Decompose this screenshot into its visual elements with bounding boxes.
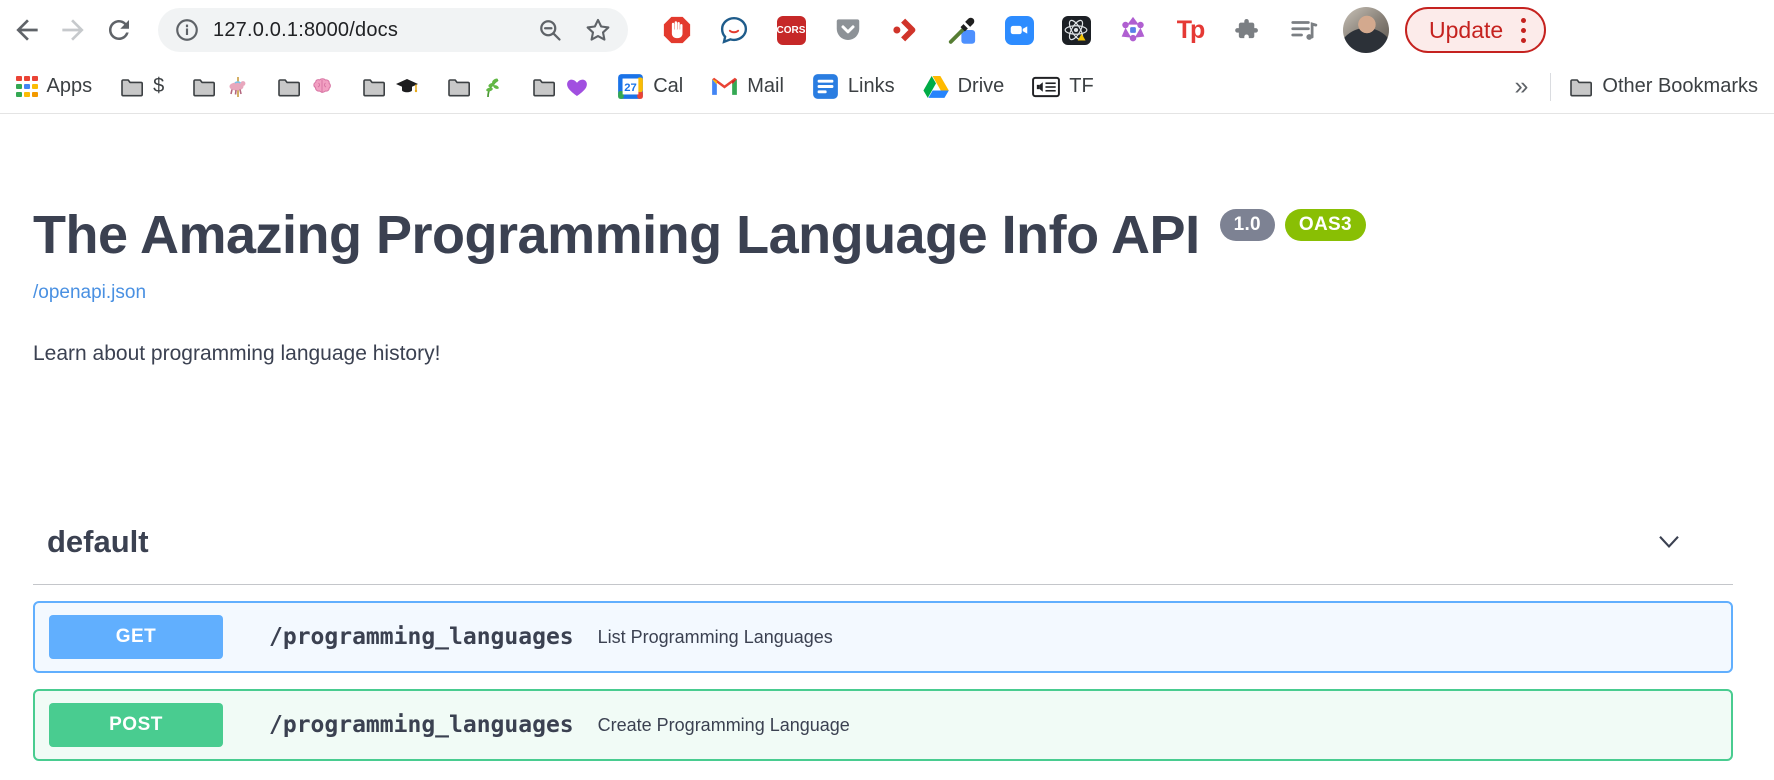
folder-icon [532, 77, 556, 97]
collapse-chevron-icon[interactable] [1653, 527, 1685, 557]
folder-icon [192, 77, 216, 97]
purple-heart-icon [565, 75, 589, 99]
browser-toolbar: 127.0.0.1:8000/docs CORS [0, 0, 1774, 60]
bookmark-folder-carousel[interactable] [192, 75, 249, 99]
brain-icon [310, 75, 334, 99]
browser-menu-kebab-icon[interactable] [1521, 15, 1526, 45]
recycle-extension-icon[interactable] [1118, 15, 1148, 45]
bookmark-dollar-label: $ [153, 75, 164, 98]
bookmark-apps-label: Apps [47, 75, 93, 98]
bookmark-links-label: Links [848, 75, 895, 98]
bookmark-apps[interactable]: Apps [16, 75, 92, 98]
extensions-puzzle-icon[interactable] [1232, 15, 1262, 45]
endpoint-path-post: /programming_languages [269, 712, 574, 738]
gmail-icon [711, 76, 738, 97]
colorzilla-extension-icon[interactable] [947, 15, 977, 45]
endpoint-post-programming-languages[interactable]: POST /programming_languages Create Progr… [33, 689, 1733, 761]
cors-label: CORS [777, 16, 806, 45]
swagger-page: The Amazing Programming Language Info AP… [0, 204, 1774, 761]
folder-icon [277, 77, 301, 97]
bookmark-folder-purple-heart[interactable] [532, 75, 589, 99]
back-arrow-icon [11, 14, 43, 46]
endpoint-summary-get: List Programming Languages [598, 627, 833, 648]
red-arrow-extension-icon[interactable] [890, 15, 920, 45]
endpoint-get-programming-languages[interactable]: GET /programming_languages List Programm… [33, 601, 1733, 673]
svg-text:27: 27 [624, 82, 637, 94]
bookmarks-bar: Apps $ 27 Cal Mail Links Drive [0, 60, 1774, 114]
forward-button[interactable] [50, 7, 96, 53]
carousel-horse-icon [225, 75, 249, 99]
bookmark-folder-herb[interactable] [447, 75, 504, 99]
reload-icon [104, 15, 134, 45]
site-info-icon[interactable] [174, 17, 200, 43]
react-devtools-extension-icon[interactable] [1061, 15, 1091, 45]
api-title-text: The Amazing Programming Language Info AP… [33, 204, 1200, 266]
api-title: The Amazing Programming Language Info AP… [33, 204, 1733, 266]
pocket-extension-icon[interactable] [833, 15, 863, 45]
google-calendar-icon: 27 [617, 73, 644, 100]
bookmarks-overflow-chevron[interactable]: » [1510, 72, 1532, 101]
back-button[interactable] [4, 7, 50, 53]
version-badge: 1.0 [1220, 209, 1275, 241]
api-badges: 1.0 OAS3 [1220, 209, 1366, 241]
openapi-json-link[interactable]: /openapi.json [33, 282, 146, 304]
bookmark-folder-brain[interactable] [277, 75, 334, 99]
bookmark-tf-label: TF [1069, 75, 1093, 98]
folder-icon [120, 77, 144, 97]
method-badge-post: POST [49, 703, 223, 747]
bookmark-drive[interactable]: Drive [923, 75, 1005, 99]
other-bookmarks[interactable]: Other Bookmarks [1569, 75, 1758, 98]
address-bar[interactable]: 127.0.0.1:8000/docs [158, 8, 628, 52]
bookmark-cal-label: Cal [653, 75, 683, 98]
zoom-out-icon[interactable] [537, 17, 564, 44]
folder-icon [1569, 77, 1593, 97]
profile-avatar[interactable] [1343, 7, 1389, 53]
google-drive-icon [923, 75, 949, 99]
bookmark-mail-label: Mail [747, 75, 784, 98]
endpoint-path-get: /programming_languages [269, 624, 574, 650]
bookmark-tf[interactable]: TF [1032, 75, 1093, 98]
bookmarks-divider [1550, 73, 1551, 101]
cors-extension-icon[interactable]: CORS [776, 15, 806, 45]
bookmark-folder-graduation[interactable] [362, 75, 419, 99]
tp-extension-icon[interactable]: Tp [1175, 15, 1205, 45]
update-button[interactable]: Update [1405, 7, 1546, 53]
bookmark-links[interactable]: Links [812, 73, 895, 100]
update-label: Update [1429, 17, 1503, 44]
tp-label: Tp [1177, 16, 1204, 45]
herb-icon [480, 75, 504, 99]
folder-icon [362, 77, 386, 97]
bookmark-mail[interactable]: Mail [711, 75, 784, 98]
other-bookmarks-label: Other Bookmarks [1602, 75, 1758, 98]
graduation-cap-icon [395, 75, 419, 99]
media-queue-icon[interactable] [1289, 15, 1319, 45]
apps-grid-icon [16, 76, 38, 98]
url-text[interactable]: 127.0.0.1:8000/docs [213, 19, 398, 42]
chat-bubble-extension-icon[interactable] [719, 15, 749, 45]
bookmark-star-icon[interactable] [584, 16, 612, 44]
method-badge-get: GET [49, 615, 223, 659]
tag-default-label: default [47, 524, 149, 560]
bookmark-folder-dollar[interactable]: $ [120, 75, 164, 98]
links-list-icon [812, 73, 839, 100]
reload-button[interactable] [96, 7, 142, 53]
bookmark-drive-label: Drive [958, 75, 1005, 98]
announcement-card-icon [1032, 76, 1060, 98]
adblock-extension-icon[interactable] [662, 15, 692, 45]
tag-default-header[interactable]: default [33, 524, 1733, 585]
zoom-extension-icon[interactable] [1004, 15, 1034, 45]
endpoint-summary-post: Create Programming Language [598, 715, 850, 736]
oas3-badge: OAS3 [1285, 209, 1366, 241]
api-description: Learn about programming language history… [33, 342, 1733, 366]
forward-arrow-icon [57, 14, 89, 46]
bookmark-calendar[interactable]: 27 Cal [617, 73, 683, 100]
extensions-area: CORS Tp [662, 15, 1319, 45]
folder-icon [447, 77, 471, 97]
